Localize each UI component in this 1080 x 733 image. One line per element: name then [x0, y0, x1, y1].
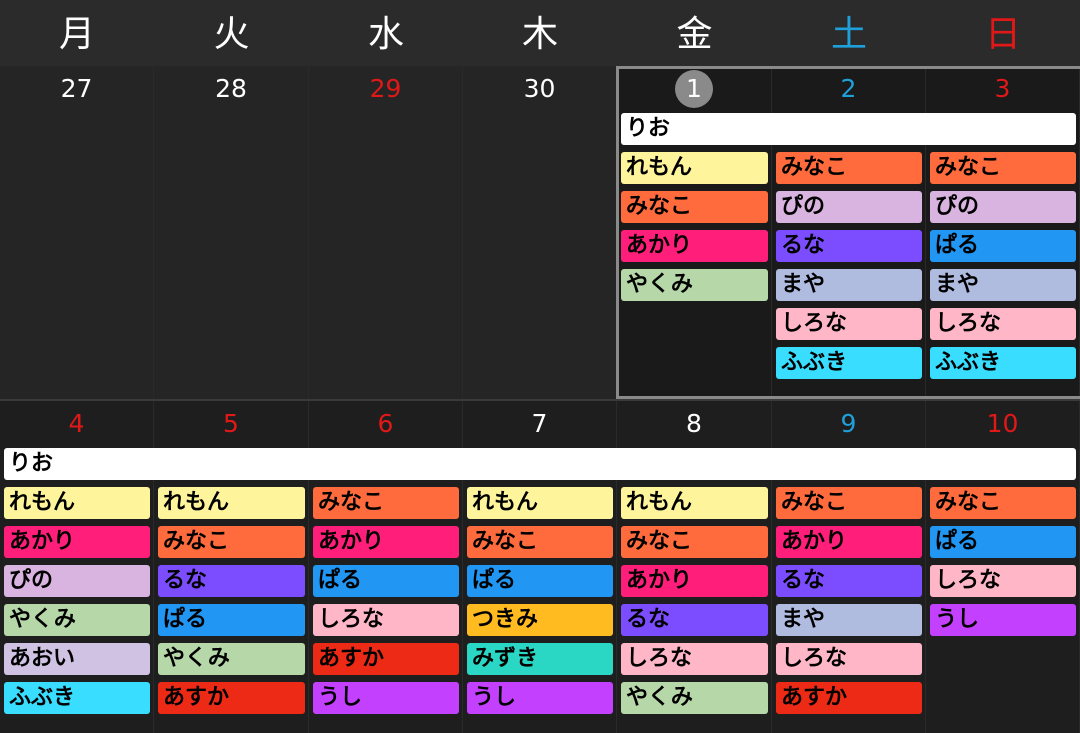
event-chip[interactable]: まや: [776, 269, 922, 301]
event-chip[interactable]: うし: [467, 682, 613, 714]
event-chip[interactable]: あかり: [313, 526, 459, 558]
event-chip[interactable]: れもん: [467, 487, 613, 519]
event-chip[interactable]: れもん: [621, 152, 768, 184]
date-number: 2: [840, 74, 857, 103]
event-chip[interactable]: みなこ: [158, 526, 305, 558]
weekday-label: 土: [830, 14, 867, 55]
event-chip[interactable]: あかり: [776, 526, 922, 558]
date-number: 27: [60, 74, 93, 103]
event-chip[interactable]: ふぶき: [930, 347, 1076, 379]
date-number: 5: [223, 409, 239, 438]
date-number: 29: [369, 74, 402, 103]
event-chip[interactable]: みなこ: [930, 152, 1076, 184]
day-cell[interactable]: 27: [0, 66, 154, 399]
event-chip[interactable]: るな: [158, 565, 305, 597]
event-chip[interactable]: やくみ: [158, 643, 305, 675]
event-chip[interactable]: しろな: [776, 643, 922, 675]
weekday-header: 月火水木金土日: [0, 0, 1080, 66]
date-number: 30: [523, 74, 556, 103]
week-row-2: 4 5 6 7 8 9 10 りお れもん あかり ぴの やくみ あおい ふぶき れもん みなこ るな ぱる やくみ…: [0, 399, 1080, 733]
weekday-label: 水: [367, 14, 404, 55]
event-chip[interactable]: あすか: [158, 682, 305, 714]
day-cell[interactable]: 29: [309, 66, 463, 399]
event-chip[interactable]: ぴの: [930, 191, 1076, 223]
event-chip[interactable]: みなこ: [621, 191, 768, 223]
date-number: 10: [986, 409, 1019, 438]
event-chip[interactable]: ぱる: [313, 565, 459, 597]
event-chip[interactable]: ぴの: [4, 565, 150, 597]
event-chip[interactable]: ぱる: [930, 526, 1076, 558]
date-number: 3: [994, 74, 1011, 103]
event-chip[interactable]: ぱる: [467, 565, 613, 597]
event-chip[interactable]: ぱる: [930, 230, 1076, 262]
event-chip[interactable]: みなこ: [467, 526, 613, 558]
event-chip[interactable]: あおい: [4, 643, 150, 675]
event-chip[interactable]: しろな: [930, 565, 1076, 597]
event-chip[interactable]: みなこ: [930, 487, 1076, 519]
event-chip[interactable]: ふぶき: [776, 347, 922, 379]
weekday-label: 日: [984, 14, 1021, 55]
date-number: 8: [686, 409, 702, 438]
weekday-label: 金: [676, 14, 713, 55]
event-chip[interactable]: あかり: [4, 526, 150, 558]
event-chip[interactable]: やくみ: [4, 604, 150, 636]
date-number: 6: [377, 409, 394, 438]
weekday-label: 火: [213, 14, 250, 55]
event-chip[interactable]: ぴの: [776, 191, 922, 223]
event-chip[interactable]: みなこ: [313, 487, 459, 519]
event-chip[interactable]: みなこ: [776, 152, 922, 184]
event-chip[interactable]: あかり: [621, 565, 768, 597]
event-chip[interactable]: みなこ: [776, 487, 922, 519]
event-chip[interactable]: まや: [776, 604, 922, 636]
event-chip[interactable]: まや: [930, 269, 1076, 301]
day-cell[interactable]: 28: [154, 66, 309, 399]
day-cell[interactable]: 30: [463, 66, 617, 399]
date-number: 28: [215, 74, 247, 103]
event-chip[interactable]: しろな: [930, 308, 1076, 340]
multi-day-event[interactable]: りお: [621, 113, 1076, 145]
event-chip[interactable]: れもん: [621, 487, 768, 519]
event-chip[interactable]: れもん: [158, 487, 305, 519]
event-chip[interactable]: れもん: [4, 487, 150, 519]
event-chip[interactable]: あすか: [776, 682, 922, 714]
multi-day-event[interactable]: りお: [4, 448, 1076, 480]
event-chip[interactable]: やくみ: [621, 682, 768, 714]
event-chip[interactable]: しろな: [313, 604, 459, 636]
event-chip[interactable]: ふぶき: [4, 682, 150, 714]
week-row-1: 27 28 29 30 1 2 3 りお れもん みなこ あかり やくみ みなこ ぴの るな まや しろな ふぶき…: [0, 66, 1080, 399]
today-date-badge: 1: [617, 70, 771, 108]
event-chip[interactable]: うし: [930, 604, 1076, 636]
event-chip[interactable]: やくみ: [621, 269, 768, 301]
event-chip[interactable]: しろな: [621, 643, 768, 675]
date-number: 7: [531, 409, 548, 438]
event-chip[interactable]: るな: [776, 230, 922, 262]
event-chip[interactable]: あすか: [313, 643, 459, 675]
event-chip[interactable]: つきみ: [467, 604, 613, 636]
event-chip[interactable]: うし: [313, 682, 459, 714]
event-chip[interactable]: あかり: [621, 230, 768, 262]
event-chip[interactable]: るな: [776, 565, 922, 597]
event-chip[interactable]: しろな: [776, 308, 922, 340]
date-number: 9: [840, 409, 857, 438]
date-number: 4: [68, 409, 85, 438]
event-chip[interactable]: みなこ: [621, 526, 768, 558]
event-chip[interactable]: るな: [621, 604, 768, 636]
weekday-label: 木: [521, 14, 558, 55]
event-chip[interactable]: みずき: [467, 643, 613, 675]
event-chip[interactable]: ぱる: [158, 604, 305, 636]
weekday-label: 月: [58, 14, 95, 55]
